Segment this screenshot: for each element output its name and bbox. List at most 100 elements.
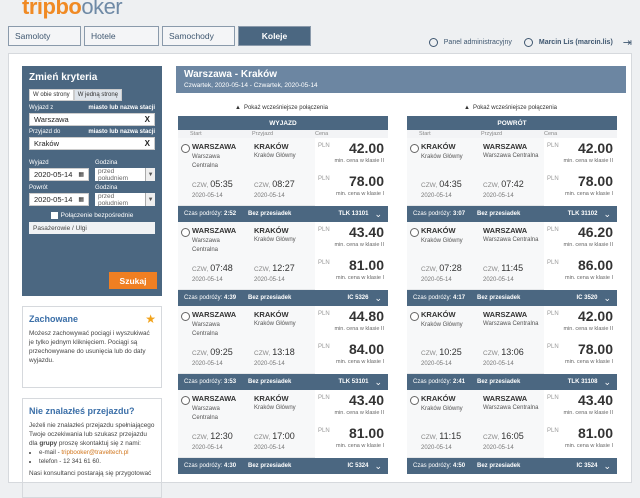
departure-time-label: Godzina	[95, 160, 118, 166]
to-city: KRAKÓW	[254, 310, 289, 319]
arrival-date: 2020-05-14	[254, 361, 285, 367]
train-radio[interactable]	[181, 144, 190, 153]
train-footer[interactable]: Czas podróży: 2:52 Bez przesiadek TLK 13…	[178, 206, 388, 222]
return-time-select[interactable]: przed południem ▼	[95, 193, 155, 207]
to-label: Przyjazd do	[29, 129, 61, 135]
calendar-icon[interactable]: ▦	[78, 171, 84, 178]
train-radio[interactable]	[410, 312, 419, 321]
from-station: Warszawa Centralna	[192, 322, 220, 337]
from-city: KRAKÓW	[421, 226, 456, 235]
train-radio[interactable]	[181, 312, 190, 321]
departure-date: 2020-05-14	[192, 193, 223, 199]
train-option[interactable]: KRAKÓW Kraków Główny WARSZAWA Warszawa C…	[407, 222, 617, 290]
chevron-down-icon[interactable]: ⌄	[603, 209, 611, 220]
train-radio[interactable]	[410, 396, 419, 405]
train-radio[interactable]	[181, 396, 190, 405]
train-footer[interactable]: Czas podróży: 2:41 Bez przesiadek TLK 31…	[407, 374, 617, 390]
train-footer[interactable]: Czas podróży: 4:30 Bez przesiadek IC 532…	[178, 458, 388, 474]
route-title: Warszawa - Kraków	[184, 69, 277, 80]
train-number: IC 3524	[576, 463, 598, 469]
train-option[interactable]: KRAKÓW Kraków Główny WARSZAWA Warszawa C…	[407, 390, 617, 458]
tab-trains[interactable]: Koleje	[238, 26, 311, 46]
departure-time: CZW, 09:25	[192, 347, 233, 357]
from-input[interactable]: Warszawa X	[29, 113, 155, 126]
travel-time: Czas podróży: 4:17	[413, 295, 466, 301]
route-dates: Czwartek, 2020-05-14 - Czwartek, 2020-05…	[184, 82, 318, 89]
departure-date: 2020-05-14	[421, 445, 452, 451]
train-option[interactable]: WARSZAWA Warszawa Centralna KRAKÓW Krakó…	[178, 306, 388, 374]
to-city: KRAKÓW	[254, 142, 289, 151]
train-radio[interactable]	[181, 228, 190, 237]
tab-cars[interactable]: Samochody	[162, 26, 235, 46]
train-option[interactable]: WARSZAWA Warszawa Centralna KRAKÓW Krakó…	[178, 138, 388, 206]
return-date-input[interactable]: 2020-05-14 ▦	[29, 193, 89, 206]
to-station: Warszawa Centralna	[483, 405, 539, 411]
to-input[interactable]: Kraków X	[29, 137, 155, 150]
train-footer[interactable]: Czas podróży: 3:53 Bez przesiadek TLK 53…	[178, 374, 388, 390]
train-option[interactable]: KRAKÓW Kraków Główny WARSZAWA Warszawa C…	[407, 306, 617, 374]
departure-time: CZW, 12:30	[192, 431, 233, 441]
train-option[interactable]: WARSZAWA Warszawa Centralna KRAKÓW Krakó…	[178, 222, 388, 290]
clear-from-icon[interactable]: X	[145, 115, 150, 124]
direct-checkbox-row[interactable]: Połączenie bezpośrednie	[29, 212, 155, 219]
admin-panel-link[interactable]: Panel administracyjny	[444, 39, 512, 46]
train-number: TLK 13101	[338, 211, 369, 217]
train-footer[interactable]: Czas podróży: 4:50 Bez przesiadek IC 352…	[407, 458, 617, 474]
chevron-down-icon[interactable]: ⌄	[374, 209, 382, 220]
admin-panel-icon[interactable]	[428, 38, 438, 47]
email-link[interactable]: tripbooker@traveltech.pl	[61, 449, 128, 456]
tab-hotels[interactable]: Hotele	[84, 26, 159, 46]
return-time-label: Godzina	[95, 185, 118, 191]
calendar-icon[interactable]: ▦	[78, 196, 84, 203]
chevron-down-icon: ▼	[145, 168, 155, 181]
direct-label: Bez przesiadek	[248, 463, 292, 469]
show-earlier-outbound[interactable]: ▲ Pokaż wcześniejsze połączenia	[178, 104, 388, 115]
train-radio[interactable]	[410, 228, 419, 237]
user-name[interactable]: Marcin Lis (marcin.lis)	[539, 39, 613, 46]
departure-date-input[interactable]: 2020-05-14 ▦	[29, 168, 89, 181]
arrival-date: 2020-05-14	[254, 193, 285, 199]
train-number: IC 5324	[347, 463, 369, 469]
triangle-up-icon: ▲	[464, 105, 470, 111]
from-station: Kraków Główny	[421, 322, 463, 328]
tripbooker-logo[interactable]: tripbooker	[22, 0, 123, 20]
arrival-date: 2020-05-14	[483, 445, 514, 451]
train-footer[interactable]: Czas podróży: 4:17 Bez przesiadek IC 352…	[407, 290, 617, 306]
chevron-down-icon[interactable]: ⌄	[603, 461, 611, 472]
saved-text: Możesz zachowywać pociągi i wyszukiwać j…	[29, 330, 150, 364]
from-station: Kraków Główny	[421, 154, 463, 160]
passengers-button[interactable]: Pasażerowie / Ulgi	[29, 222, 155, 234]
search-button[interactable]: Szukaj	[109, 272, 157, 289]
train-footer[interactable]: Czas podróży: 3:07 Bez przesiadek TLK 31…	[407, 206, 617, 222]
arrival-time: CZW, 16:05	[483, 431, 524, 441]
not-found-box: Nie znalazłeś przejazdu? Jeżeli nie znal…	[22, 398, 162, 498]
arrival-time: CZW, 13:06	[483, 347, 524, 357]
radio-one-way[interactable]: W jedną stronę	[73, 89, 123, 101]
inbound-header: POWRÓT	[407, 116, 617, 130]
train-radio[interactable]	[410, 144, 419, 153]
direct-label: Bez przesiadek	[248, 379, 292, 385]
clear-to-icon[interactable]: X	[145, 139, 150, 148]
direct-checkbox[interactable]	[50, 212, 58, 219]
chevron-down-icon[interactable]: ⌄	[374, 377, 382, 388]
direct-label: Bez przesiadek	[248, 295, 292, 301]
arrival-date: 2020-05-14	[483, 361, 514, 367]
chevron-down-icon[interactable]: ⌄	[603, 293, 611, 304]
show-earlier-inbound[interactable]: ▲ Pokaż wcześniejsze połączenia	[407, 104, 617, 115]
arrival-time: CZW, 11:45	[483, 263, 524, 273]
sidebar: Zmień kryteria W obie strony W jedną str…	[22, 66, 162, 498]
results-area: Warszawa - Kraków Czwartek, 2020-05-14 -…	[176, 66, 626, 484]
chevron-down-icon[interactable]: ⌄	[603, 377, 611, 388]
departure-time-select[interactable]: przed południem ▼	[95, 168, 155, 182]
train-option[interactable]: WARSZAWA Warszawa Centralna KRAKÓW Krakó…	[178, 390, 388, 458]
tab-flights[interactable]: Samoloty	[8, 26, 81, 46]
chevron-down-icon[interactable]: ⌄	[374, 293, 382, 304]
travel-time: Czas podróży: 2:41	[413, 379, 466, 385]
chevron-down-icon[interactable]: ⌄	[374, 461, 382, 472]
route-header: Warszawa - Kraków Czwartek, 2020-05-14 -…	[176, 66, 626, 93]
travel-time: Czas podróży: 3:53	[184, 379, 237, 385]
train-option[interactable]: KRAKÓW Kraków Główny WARSZAWA Warszawa C…	[407, 138, 617, 206]
train-footer[interactable]: Czas podróży: 4:39 Bez przesiadek IC 532…	[178, 290, 388, 306]
logout-icon[interactable]: ⇥	[623, 36, 632, 49]
radio-round-trip[interactable]: W obie strony	[29, 89, 74, 101]
